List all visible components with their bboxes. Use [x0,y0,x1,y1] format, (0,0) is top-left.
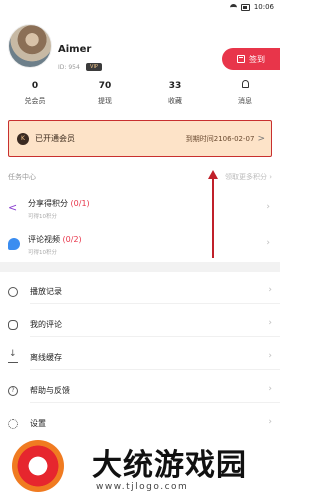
task-item-share[interactable]: < 分享得积分 (0/1) 可得10积分 › [8,196,272,226]
stat-label: 提现 [98,97,112,105]
stat-value: 0 [31,81,39,91]
membership-status: 已开通会员 [35,134,75,143]
signin-label: 签到 [249,54,265,64]
stat-value: 70 [98,81,112,91]
site-watermark: 大统游戏园 www.tjlogo.com [0,432,280,500]
task-reward: 可得10积分 [28,250,57,256]
stat-value: 33 [168,81,182,91]
bell-icon [241,80,249,88]
membership-expiry: 到期时间2106-02-07 [185,134,255,143]
chevron-right-icon: › [266,238,270,248]
divider [30,303,280,304]
task-item-comment-video[interactable]: 评论视频 (0/2) 可得10积分 › [8,232,272,262]
watermark-logo [12,440,64,492]
task-center-header: 任务中心 领取更多积分 › [8,172,272,182]
signin-button[interactable]: 签到 [222,48,280,70]
user-id: ID: 954 [58,64,80,71]
help-icon: ? [8,386,18,396]
history-icon [8,287,18,297]
status-time: 10:06 [253,3,274,11]
stats-bar: 0 兑会员 70 提现 33 收藏 消息 [0,80,280,110]
chevron-right-icon: › [268,351,272,361]
profile-header: Aimer ID: 954 VIP 签到 [0,14,280,72]
stat-label: 兑会员 [24,97,46,105]
menu-label: 设置 [30,419,46,428]
status-bar: 10:06 [0,0,280,14]
download-icon [8,349,18,363]
chevron-right-icon: > [257,133,265,144]
share-icon: < [8,201,18,214]
comment-video-icon [8,238,20,250]
username: Aimer [58,44,92,55]
more-points-link[interactable]: 领取更多积分 › [225,172,272,182]
task-progress: (0/2) [62,235,82,244]
stat-favorites[interactable]: 33 收藏 [140,80,210,110]
divider [30,402,280,403]
membership-card[interactable]: K 已开通会员 到期时间2106-02-07 > [8,120,272,157]
stat-withdraw[interactable]: 70 提现 [70,80,140,110]
menu-label: 播放记录 [30,287,62,296]
battery-icon [240,3,250,11]
task-title: 评论视频 [28,235,60,244]
settings-icon [8,419,18,429]
watermark-url: www.tjlogo.com [96,482,189,492]
stat-label: 收藏 [168,97,182,105]
chevron-right-icon: › [268,384,272,394]
menu-label: 我的评论 [30,320,62,329]
task-center-title: 任务中心 [8,173,36,181]
comment-icon [8,320,18,330]
section-divider [0,262,280,272]
task-progress: (0/1) [70,199,90,208]
chevron-right-icon: › [266,202,270,212]
menu-item-offline-cache[interactable]: 离线缓存 › [0,346,280,370]
menu-list: 播放记录 › 我的评论 › 离线缓存 › ? 帮助与反馈 › 设置 › [0,280,280,445]
stat-label: 消息 [238,97,252,105]
task-title: 分享得积分 [28,199,68,208]
divider [30,369,280,370]
chevron-right-icon: › [268,285,272,295]
menu-item-help[interactable]: ? 帮助与反馈 › [0,379,280,403]
menu-label: 帮助与反馈 [30,386,70,395]
chevron-right-icon: › [268,318,272,328]
calendar-icon [237,55,245,63]
wifi-icon [229,4,237,10]
menu-item-comments[interactable]: 我的评论 › [0,313,280,337]
watermark-title: 大统游戏园 [92,448,247,483]
member-crown-icon: K [17,132,29,145]
stat-messages[interactable]: 消息 [210,80,280,110]
menu-item-history[interactable]: 播放记录 › [0,280,280,304]
chevron-right-icon: › [268,417,272,427]
stat-redeem-membership[interactable]: 0 兑会员 [0,80,70,110]
vip-badge: VIP [86,63,102,71]
menu-label: 离线缓存 [30,353,62,362]
task-reward: 可得10积分 [28,214,57,220]
divider [30,336,280,337]
avatar[interactable] [8,24,52,68]
